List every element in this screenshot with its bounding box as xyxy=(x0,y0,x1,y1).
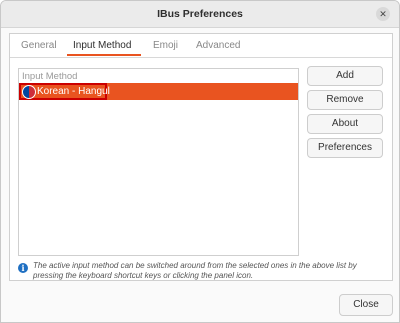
list-item-korean-hangul[interactable]: Korean - Hangul xyxy=(19,83,298,100)
korean-flag-icon xyxy=(22,85,36,99)
window-title: IBus Preferences xyxy=(157,8,243,20)
info-icon: i xyxy=(18,263,28,273)
tab-general[interactable]: General xyxy=(21,40,57,51)
list-item-label: Korean - Hangul xyxy=(37,86,110,97)
input-method-list[interactable]: Input Method Korean - Hangul xyxy=(18,68,299,256)
tab-emoji[interactable]: Emoji xyxy=(153,40,178,51)
close-window-icon[interactable]: ✕ xyxy=(376,7,390,21)
tab-advanced[interactable]: Advanced xyxy=(196,40,240,51)
about-button[interactable]: About xyxy=(307,114,383,134)
main-panel: General Input Method Emoji Advanced Inpu… xyxy=(9,33,393,281)
tab-bar: General Input Method Emoji Advanced xyxy=(10,34,392,58)
info-text: The active input method can be switched … xyxy=(33,261,357,280)
ibus-preferences-window: IBus Preferences ✕ General Input Method … xyxy=(0,0,400,323)
close-button[interactable]: Close xyxy=(339,294,393,316)
list-header: Input Method xyxy=(22,71,78,82)
active-tab-indicator xyxy=(67,54,141,56)
remove-button[interactable]: Remove xyxy=(307,90,383,110)
preferences-button[interactable]: Preferences xyxy=(307,138,383,158)
add-button[interactable]: Add xyxy=(307,66,383,86)
tab-input-method[interactable]: Input Method xyxy=(73,40,131,51)
titlebar[interactable]: IBus Preferences ✕ xyxy=(1,1,399,28)
info-message: i The active input method can be switche… xyxy=(18,261,386,281)
